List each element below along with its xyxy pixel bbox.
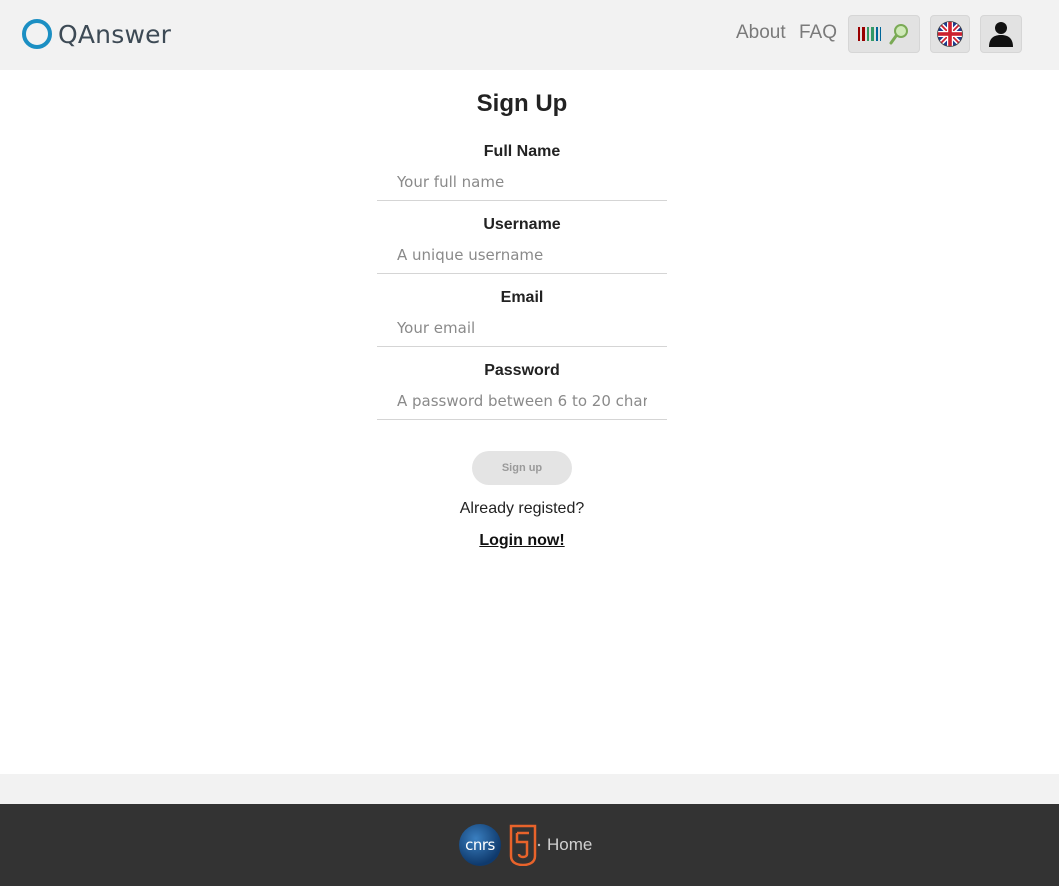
wikidata-button[interactable] — [848, 15, 920, 53]
already-registered-text: Already registed? — [459, 500, 585, 517]
wikidata-search-icon — [858, 24, 908, 45]
logo-text: QAnswer — [58, 19, 172, 49]
username-input[interactable] — [377, 236, 667, 274]
cnrs-logo[interactable]: cnrs — [459, 824, 501, 866]
login-now-link[interactable]: Login now! — [0, 532, 1044, 550]
user-icon — [989, 22, 1013, 47]
ujm-logo[interactable] — [508, 824, 542, 866]
nav-about-link[interactable]: About — [736, 22, 786, 44]
nav-faq-link[interactable]: FAQ — [799, 22, 837, 44]
password-input[interactable] — [377, 382, 667, 420]
uk-flag-icon — [937, 21, 963, 47]
cnrs-logo-text: cnrs — [465, 836, 495, 854]
full-name-input[interactable] — [377, 163, 667, 201]
page-title: Sign Up — [476, 90, 568, 117]
qanswer-logo[interactable]: QAnswer — [22, 19, 171, 49]
sign-up-button[interactable]: Sign up — [472, 451, 572, 485]
password-label: Password — [484, 362, 560, 379]
username-label: Username — [483, 216, 561, 233]
footer-separator — [0, 774, 1059, 804]
logo-ring-icon — [22, 19, 52, 49]
language-button[interactable] — [930, 15, 970, 53]
top-header: QAnswer About FAQ — [0, 0, 1059, 70]
footer-home-link[interactable]: Home — [547, 835, 592, 855]
email-label: Email — [500, 289, 544, 306]
page-footer: cnrs Home — [0, 804, 1059, 886]
email-input[interactable] — [377, 309, 667, 347]
user-account-button[interactable] — [980, 15, 1022, 53]
full-name-label: Full Name — [483, 143, 561, 160]
